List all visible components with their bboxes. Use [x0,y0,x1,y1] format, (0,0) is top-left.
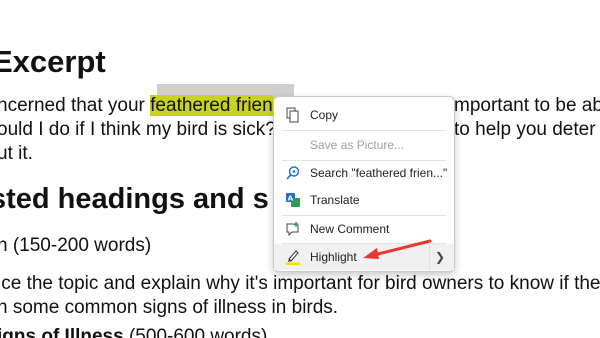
svg-text:A: A [288,195,294,203]
menu-item-save-as-picture: Save as Picture... [274,132,454,158]
search-icon [285,165,301,181]
copy-icon [285,107,301,123]
heading-excerpt: Excerpt [0,44,106,79]
annotation-arrow [363,239,432,259]
translate-icon: A [285,192,301,208]
paragraph-line-4: n (150-200 words) [0,235,152,256]
paragraph-line-3: ut it. [0,143,33,164]
paragraph-line-1: ncerned that your feathered frien [0,95,273,117]
signs-of-illness-heading: igns of Illness [0,326,124,338]
line1-text-before: ncerned that your [0,95,151,116]
menu-item-label: Highlight [310,250,357,264]
new-comment-icon [285,221,301,237]
highlighter-icon [285,249,301,265]
paragraph-line-6: n some common signs of illness in birds. [0,297,339,318]
heading-suggested: sted headings and s [0,183,269,215]
menu-item-label: New Comment [310,222,390,236]
menu-separator [282,130,446,131]
menu-item-label: Translate [310,193,360,207]
menu-item-translate[interactable]: A Translate [274,187,454,213]
highlighted-selection[interactable]: feathered frien [150,95,273,116]
signs-word-count: (500-600 words) [123,326,268,338]
paragraph-line-2: ould I do if I think my bird is sick? [0,119,276,140]
paragraph-line-7: igns of Illness (500-600 words) [0,326,267,338]
menu-item-label: Search "feathered frien..." [310,166,448,180]
menu-item-label: Save as Picture... [310,138,405,152]
paragraph-line-1-after: mportant to be ab [454,95,600,116]
paragraph-line-5: ice the topic and explain why it's impor… [0,273,600,294]
menu-item-copy[interactable]: Copy [274,102,454,128]
paragraph-line-2-after: to help you deter [454,119,596,140]
menu-item-label: Copy [310,108,339,122]
menu-item-search[interactable]: Search "feathered frien..." [274,160,454,186]
